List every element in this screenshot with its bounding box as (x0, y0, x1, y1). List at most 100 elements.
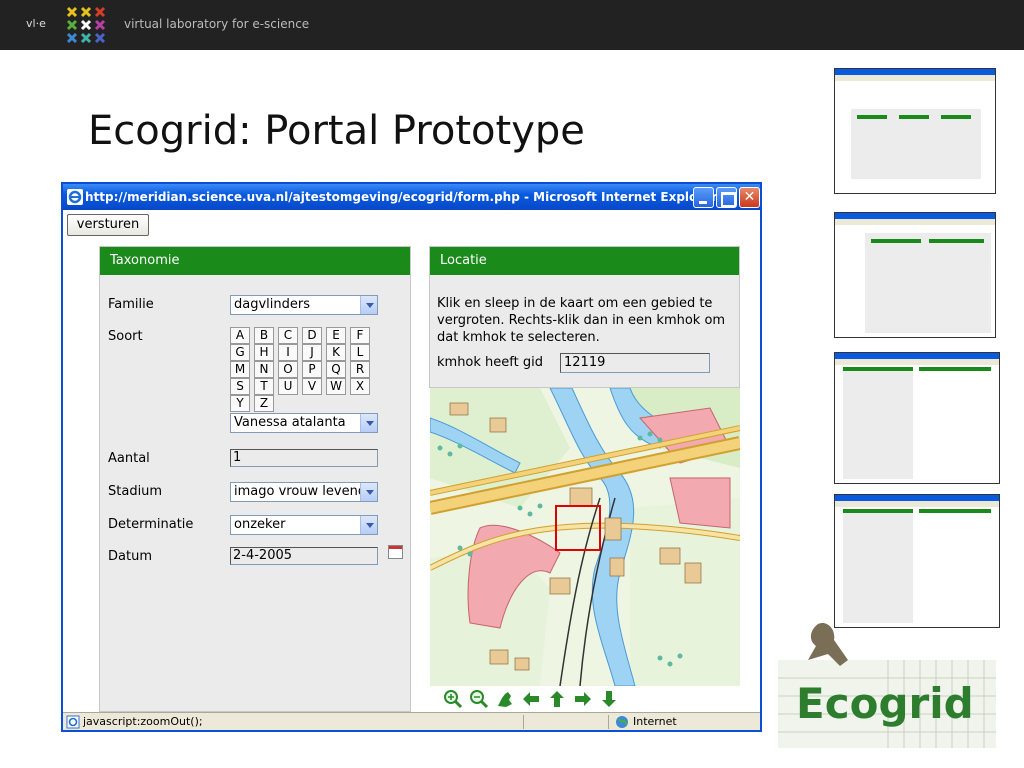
arrow-left-icon[interactable] (520, 688, 542, 710)
determination-select-value: onzeker (234, 517, 286, 532)
letter-button-w[interactable]: W (326, 378, 346, 395)
zoom-out-icon[interactable] (468, 688, 490, 710)
letter-button-x[interactable]: X (350, 378, 370, 395)
thumbnail-header (919, 509, 991, 513)
letter-button-e[interactable]: E (326, 327, 346, 344)
count-input[interactable]: 1 (230, 449, 378, 467)
minimize-icon (694, 188, 713, 207)
letter-button-o[interactable]: O (278, 361, 298, 378)
date-label: Datum (108, 549, 152, 564)
slide: vl·e virtual laboratory for e-science Ec… (0, 0, 1024, 768)
letter-button-t[interactable]: T (254, 378, 274, 395)
arrow-down-icon[interactable] (598, 688, 620, 710)
slide-title: Ecogrid: Portal Prototype (88, 108, 585, 154)
minimize-button[interactable] (693, 187, 714, 208)
brand-text: vl·e (26, 17, 46, 30)
vle-logo-icon (66, 6, 106, 44)
ie-logo-icon (67, 189, 83, 205)
ecogrid-logo-text: Ecogrid (796, 679, 974, 728)
letter-button-g[interactable]: G (230, 344, 250, 361)
letter-button-j[interactable]: J (302, 344, 322, 361)
letter-button-r[interactable]: R (350, 361, 370, 378)
thumbnail-body (851, 109, 981, 179)
letter-button-n[interactable]: N (254, 361, 274, 378)
stage-label: Stadium (108, 484, 163, 499)
letter-button-q[interactable]: Q (326, 361, 346, 378)
letter-button-p[interactable]: P (302, 361, 322, 378)
window-titlebar[interactable]: http://meridian.science.uva.nl/ajtestomg… (63, 184, 760, 210)
location-panel: Locatie Klik en sleep in de kaart om een… (429, 246, 740, 388)
letter-button-h[interactable]: H (254, 344, 274, 361)
letter-button-b[interactable]: B (254, 327, 274, 344)
thumbnail-portal-home (834, 68, 996, 194)
calendar-icon[interactable] (388, 545, 403, 559)
count-label: Aantal (108, 451, 150, 466)
status-text: javascript:zoomOut(); (83, 715, 203, 728)
letter-button-z[interactable]: Z (254, 395, 274, 412)
family-label: Familie (108, 297, 154, 312)
top-banner: vl·e virtual laboratory for e-science (0, 0, 1024, 50)
family-select[interactable]: dagvlinders (230, 295, 378, 315)
letter-button-s[interactable]: S (230, 378, 250, 395)
close-button[interactable]: ✕ (739, 187, 760, 208)
internet-globe-icon (616, 716, 628, 728)
thumbnail-form-map (834, 212, 996, 338)
arrow-right-icon[interactable] (572, 688, 594, 710)
determination-select[interactable]: onzeker (230, 515, 378, 535)
letter-button-f[interactable]: F (350, 327, 370, 344)
taxonomy-header: Taxonomie (100, 247, 410, 275)
thumbnail-body (843, 367, 913, 479)
location-map[interactable] (430, 388, 740, 686)
location-header: Locatie (430, 247, 739, 275)
thumbnail-header (843, 509, 913, 513)
gid-input[interactable]: 12119 (560, 353, 710, 373)
window-title: http://meridian.science.uva.nl/ajtestomg… (85, 190, 718, 204)
thumbnail-header (857, 115, 887, 119)
thumbnail-toolbar (835, 75, 995, 81)
letter-button-k[interactable]: K (326, 344, 346, 361)
status-divider (523, 715, 524, 729)
submit-button[interactable]: versturen (67, 214, 149, 236)
letter-button-l[interactable]: L (350, 344, 370, 361)
chevron-down-icon (360, 296, 377, 314)
thumbnail-header (871, 239, 921, 243)
letter-button-c[interactable]: C (278, 327, 298, 344)
letter-button-y[interactable]: Y (230, 395, 250, 412)
thumbnail-form-zoomed (834, 494, 1000, 628)
species-select-value: Vanessa atalanta (234, 415, 346, 430)
family-select-value: dagvlinders (234, 297, 310, 312)
browser-window: http://meridian.science.uva.nl/ajtestomg… (61, 182, 762, 732)
thumbnail-toolbar (835, 501, 999, 507)
page-content: versturen Taxonomie Familie dagvlinders … (63, 210, 760, 712)
maximize-button[interactable] (716, 187, 737, 208)
thumbnail-form-netherlands (834, 352, 1000, 484)
pan-hand-icon[interactable] (494, 688, 516, 710)
species-label: Soort (108, 329, 143, 344)
arrow-up-icon[interactable] (546, 688, 568, 710)
thumbnail-header (929, 239, 984, 243)
zone-text: Internet (633, 715, 677, 728)
maximize-icon (717, 188, 736, 207)
ecogrid-logo: Ecogrid (778, 622, 996, 748)
chevron-down-icon (360, 516, 377, 534)
letter-button-i[interactable]: I (278, 344, 298, 361)
letter-button-m[interactable]: M (230, 361, 250, 378)
zoom-in-icon[interactable] (442, 688, 464, 710)
letter-button-u[interactable]: U (278, 378, 298, 395)
letter-button-a[interactable]: A (230, 327, 250, 344)
thumbnail-body (865, 233, 991, 333)
stage-select-value: imago vrouw levend (234, 484, 367, 499)
thumbnail-toolbar (835, 219, 995, 225)
chevron-down-icon (360, 414, 377, 432)
taxonomy-panel: Taxonomie Familie dagvlinders Soort ABCD… (99, 246, 411, 712)
stage-select[interactable]: imago vrouw levend (230, 482, 378, 502)
species-select[interactable]: Vanessa atalanta (230, 413, 378, 433)
status-bar: javascript:zoomOut(); Internet (63, 712, 760, 730)
letter-button-v[interactable]: V (302, 378, 322, 395)
chevron-down-icon (360, 483, 377, 501)
map-toolbar (430, 686, 740, 712)
determination-label: Determinatie (108, 517, 194, 532)
date-input[interactable]: 2-4-2005 (230, 547, 378, 565)
letter-button-d[interactable]: D (302, 327, 322, 344)
location-instructions: Klik en sleep in de kaart om een gebied … (437, 296, 726, 345)
